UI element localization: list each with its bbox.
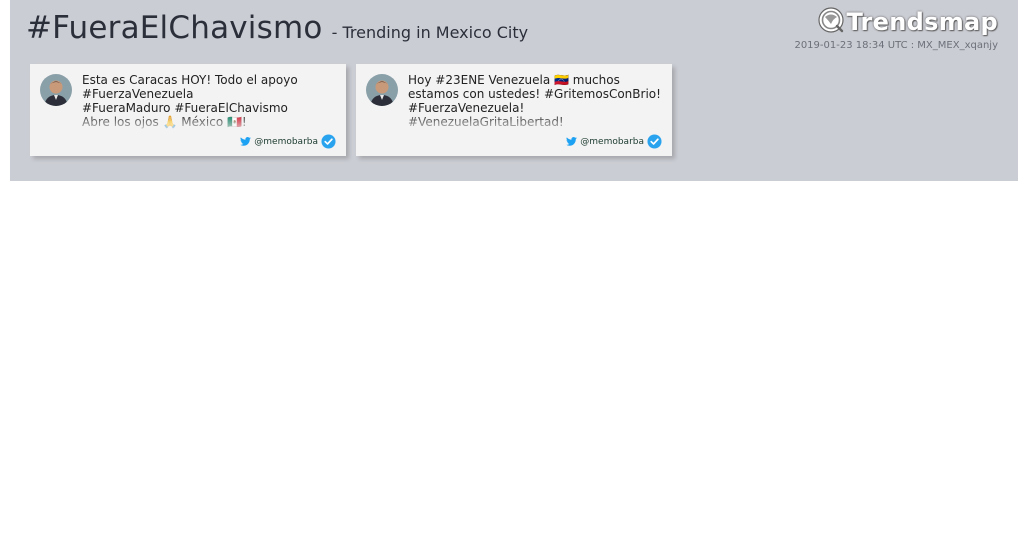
twitter-bird-icon (240, 137, 252, 146)
trend-banner: #FueraElChavismo - Trending in Mexico Ci… (10, 0, 1018, 181)
tweet-line[interactable]: #FuerzaVenezuela (82, 87, 338, 101)
author-handle[interactable]: @memobarba (254, 137, 318, 147)
tweet-line: estamos con ustedes! #GritemosConBrio! (408, 87, 661, 101)
tweet-text: Esta es Caracas HOY! Todo el apoyo #Fuer… (82, 73, 338, 131)
trendsmap-logo[interactable]: Trendsmap (817, 6, 998, 38)
trendsmap-logo-text: Trendsmap (846, 8, 998, 36)
tweet-line[interactable]: #VenezuelaGritaLibertad! (408, 115, 664, 129)
trendsmap-globe-icon (817, 6, 845, 38)
tweet-line[interactable]: #FueraMaduro #FueraElChavismo (82, 101, 338, 115)
avatar[interactable] (40, 74, 72, 106)
tweet-author[interactable]: @memobarba (566, 134, 662, 149)
tweet-text: Hoy #23ENE Venezuela 🇻🇪 muchos estamos c… (408, 73, 664, 131)
verified-badge-icon (647, 134, 662, 149)
twitter-bird-icon (566, 137, 578, 146)
tweet-author[interactable]: @memobarba (240, 134, 336, 149)
verified-badge-icon (321, 134, 336, 149)
tweet-card[interactable]: Hoy #23ENE Venezuela 🇻🇪 muchos estamos c… (356, 64, 672, 156)
headline: #FueraElChavismo - Trending in Mexico Ci… (26, 10, 528, 46)
tweet-line: Abre los ojos 🙏 México 🇲🇽! (82, 115, 247, 129)
tweet-line: Esta es Caracas HOY! Todo el apoyo (82, 73, 298, 87)
tweet-card[interactable]: Esta es Caracas HOY! Todo el apoyo #Fuer… (30, 64, 346, 156)
timestamp-location-code: 2019-01-23 18:34 UTC : MX_MEX_xqanjy (794, 40, 998, 51)
trend-hashtag[interactable]: #FueraElChavismo (26, 10, 323, 46)
tweet-line: Hoy #23ENE Venezuela 🇻🇪 muchos (408, 73, 620, 87)
trend-location: - Trending in Mexico City (331, 23, 529, 42)
author-handle[interactable]: @memobarba (580, 137, 644, 147)
tweet-line[interactable]: #FuerzaVenezuela! (408, 101, 664, 115)
avatar[interactable] (366, 74, 398, 106)
